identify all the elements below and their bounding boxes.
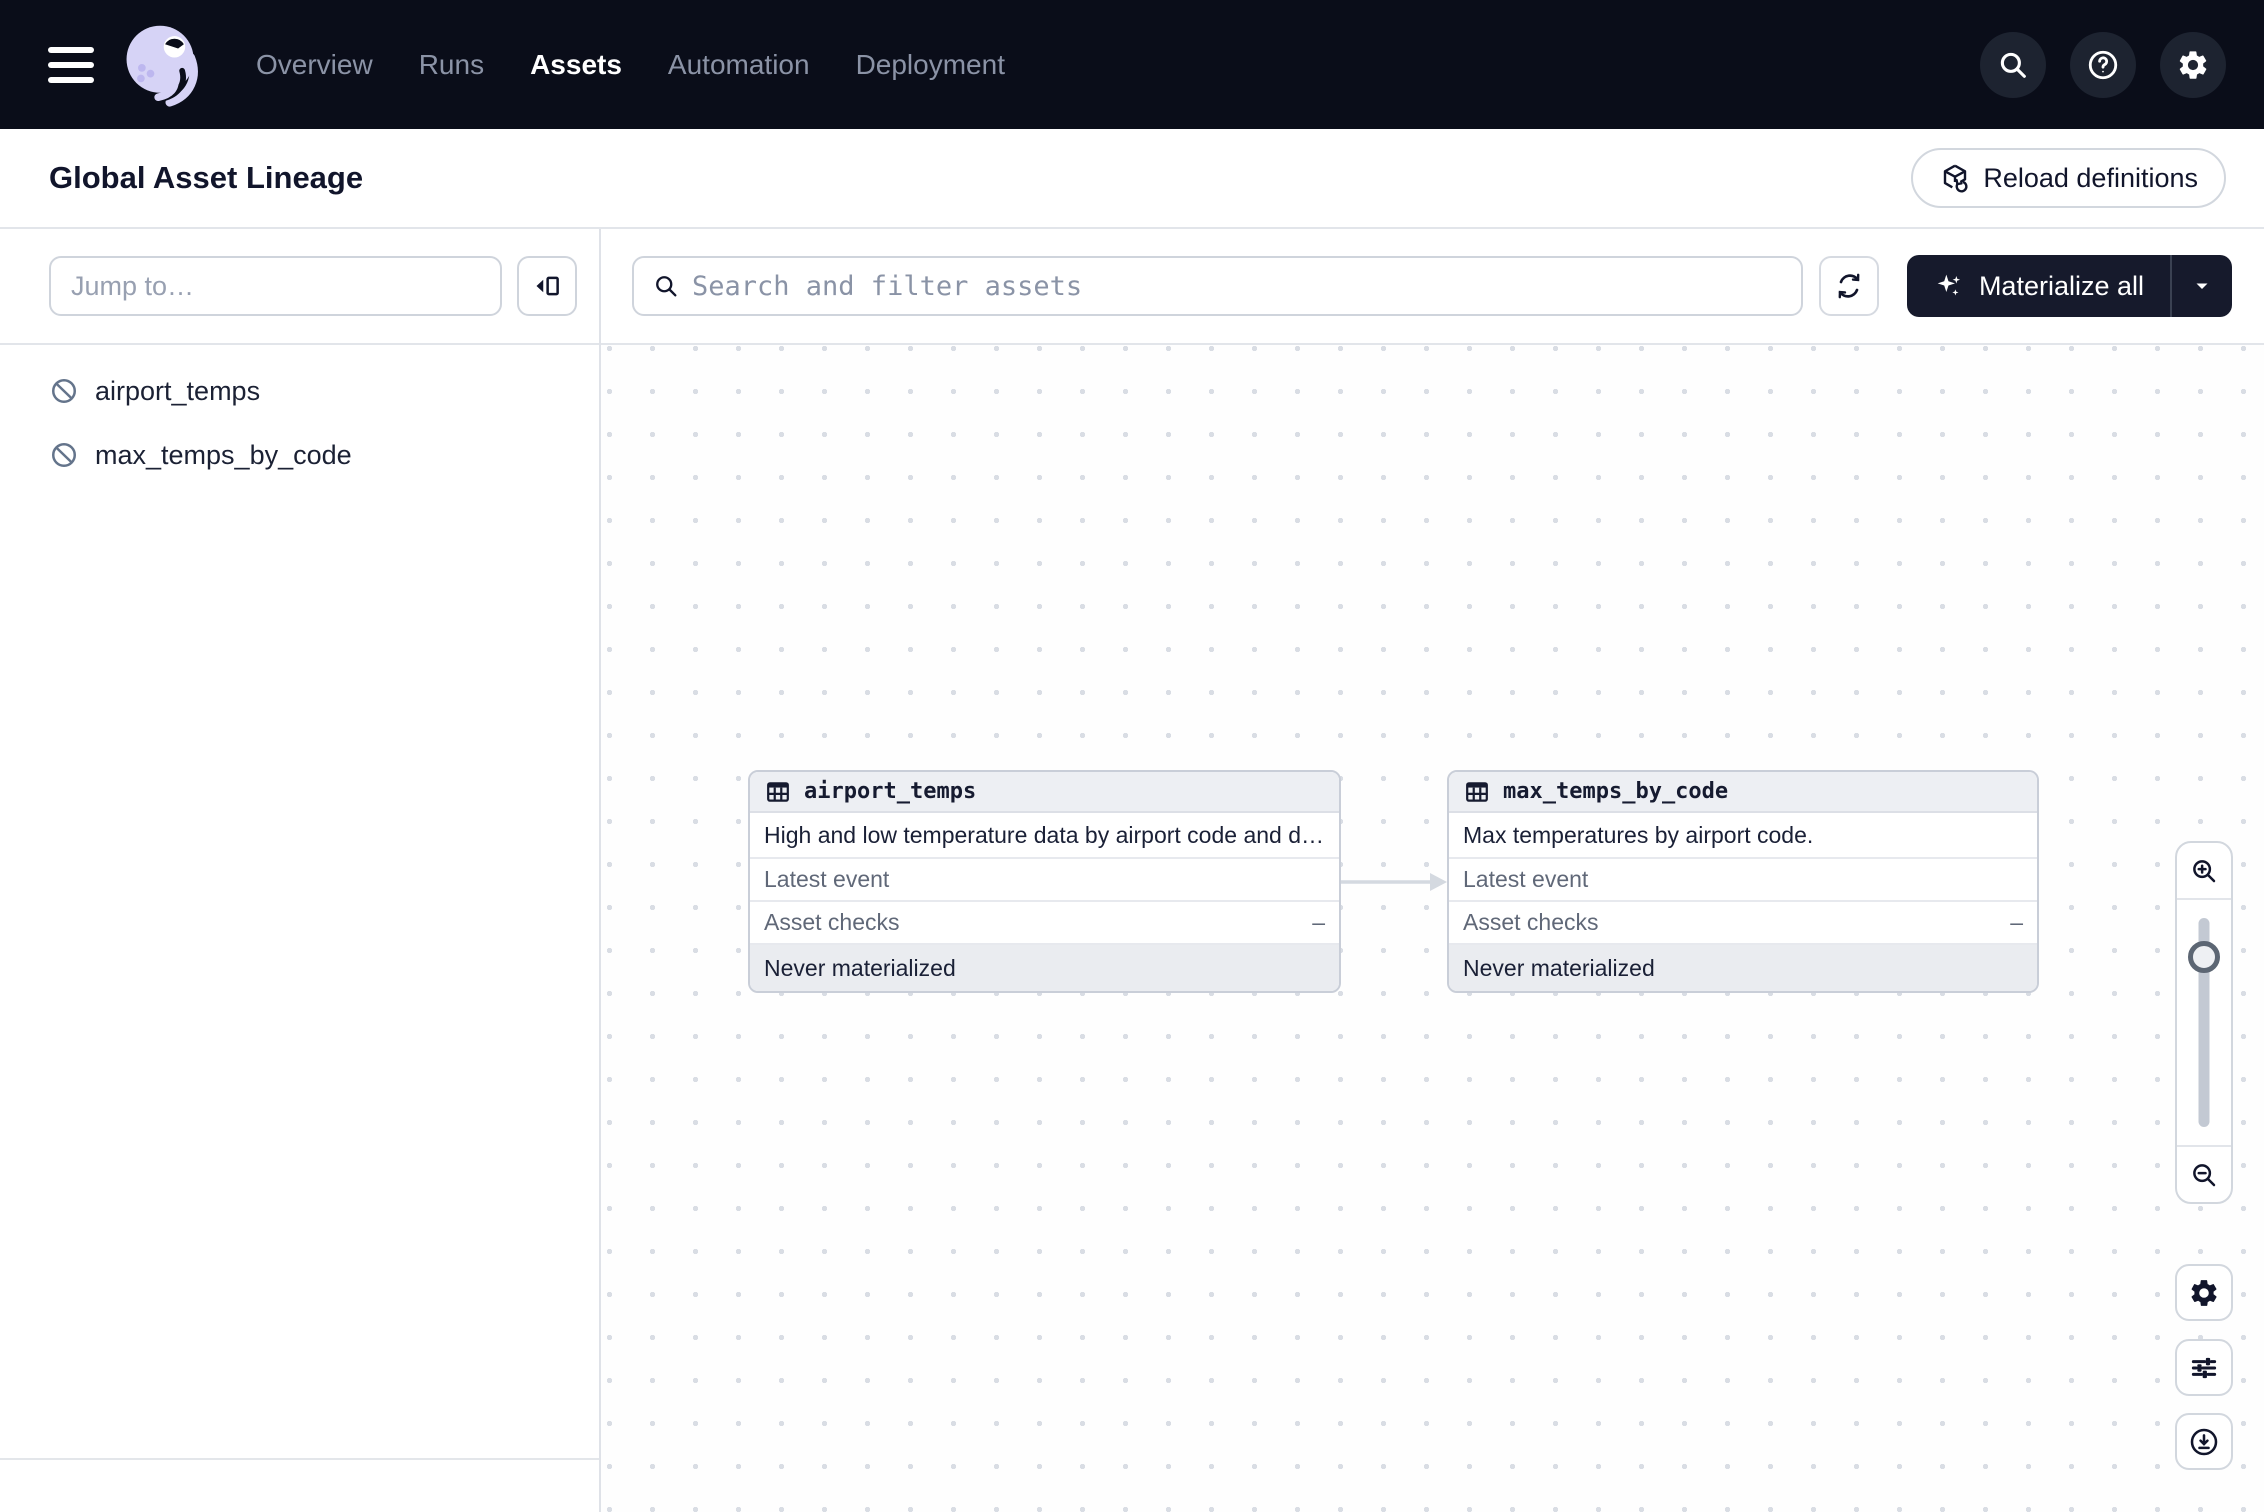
gear-icon	[2188, 1277, 2220, 1309]
asset-node-name: max_temps_by_code	[1503, 779, 1728, 804]
reload-definitions-button[interactable]: Reload definitions	[1911, 148, 2226, 208]
refresh-button[interactable]	[1819, 256, 1879, 316]
sparkle-icon	[1933, 270, 1965, 302]
asset-node-max-temps-by-code[interactable]: max_temps_by_code Max temperatures by ai…	[1447, 770, 2039, 993]
materialize-all-label: Materialize all	[1979, 271, 2144, 302]
table-icon	[764, 778, 792, 806]
latest-event-label: Latest event	[764, 866, 889, 893]
panel-collapse-icon	[532, 271, 562, 301]
asset-node-name: airport_temps	[804, 779, 976, 804]
menu-icon[interactable]	[48, 42, 94, 88]
sidebar-item-airport-temps[interactable]: airport_temps	[0, 359, 599, 423]
graph-settings-button[interactable]	[2175, 1264, 2233, 1321]
latest-event-label: Latest event	[1463, 866, 1588, 893]
download-graph-button[interactable]	[2175, 1413, 2233, 1470]
table-icon	[1463, 778, 1491, 806]
asset-checks-value: –	[1312, 909, 1325, 936]
asset-search-input[interactable]	[692, 271, 1783, 302]
lineage-canvas[interactable]: airport_temps High and low temperature d…	[601, 345, 2264, 1512]
page-header: Global Asset Lineage Reload definitions	[0, 129, 2264, 229]
asset-node-description: High and low temperature data by airport…	[750, 813, 1339, 859]
asset-label: max_temps_by_code	[95, 440, 352, 471]
asset-sidebar: airport_temps max_temps_by_code	[0, 229, 601, 1512]
graph-toolbar: Materialize all	[601, 229, 2264, 345]
zoom-in-button[interactable]	[2177, 843, 2231, 900]
page-title: Global Asset Lineage	[49, 160, 363, 196]
asset-node-latest-event-row: Latest event	[1449, 859, 2037, 902]
caret-down-icon	[2190, 274, 2214, 298]
asset-node-checks-row: Asset checks –	[750, 902, 1339, 945]
asset-node-status: Never materialized	[1449, 945, 2037, 991]
settings-gear-icon[interactable]	[2160, 32, 2226, 98]
download-icon	[2188, 1426, 2220, 1458]
asset-search-box[interactable]	[632, 256, 1803, 316]
search-icon[interactable]	[1980, 32, 2046, 98]
jump-to-input[interactable]	[49, 256, 502, 316]
sidebar-item-max-temps-by-code[interactable]: max_temps_by_code	[0, 423, 599, 487]
materialize-all-button[interactable]: Materialize all	[1907, 255, 2170, 317]
zoom-slider[interactable]	[2177, 900, 2231, 1145]
code-location-reload-icon	[1939, 162, 1971, 194]
search-icon	[652, 272, 680, 300]
asset-checks-label: Asset checks	[1463, 909, 1599, 936]
reload-definitions-label: Reload definitions	[1983, 163, 2198, 194]
sidebar-toolbar	[0, 229, 599, 345]
nav-overview[interactable]: Overview	[256, 49, 373, 81]
asset-node-status: Never materialized	[750, 945, 1339, 991]
materialize-split-button: Materialize all	[1907, 255, 2232, 317]
never-materialized-icon	[49, 376, 79, 406]
sliders-icon	[2188, 1352, 2220, 1384]
nav-automation[interactable]: Automation	[668, 49, 810, 81]
top-navbar: Overview Runs Assets Automation Deployme…	[0, 0, 2264, 129]
zoom-slider-thumb[interactable]	[2188, 941, 2220, 973]
nav-deployment[interactable]: Deployment	[856, 49, 1005, 81]
graph-filters-button[interactable]	[2175, 1339, 2233, 1396]
dagster-logo-icon[interactable]	[116, 19, 208, 111]
asset-checks-label: Asset checks	[764, 909, 900, 936]
asset-node-header: max_temps_by_code	[1449, 772, 2037, 813]
main-nav: Overview Runs Assets Automation Deployme…	[256, 49, 1005, 81]
asset-node-latest-event-row: Latest event	[750, 859, 1339, 902]
collapse-sidebar-button[interactable]	[517, 256, 577, 316]
zoom-out-button[interactable]	[2177, 1145, 2231, 1202]
zoom-control-panel	[2175, 841, 2233, 1204]
lineage-graph-pane: Materialize all	[601, 229, 2264, 1512]
never-materialized-icon	[49, 440, 79, 470]
zoom-in-icon	[2189, 856, 2219, 886]
asset-label: airport_temps	[95, 376, 260, 407]
nav-runs[interactable]: Runs	[419, 49, 484, 81]
refresh-icon	[1833, 270, 1865, 302]
asset-node-checks-row: Asset checks –	[1449, 902, 2037, 945]
asset-checks-value: –	[2010, 909, 2023, 936]
materialize-options-caret[interactable]	[2172, 255, 2232, 317]
zoom-out-icon	[2189, 1160, 2219, 1190]
nav-assets[interactable]: Assets	[530, 49, 622, 81]
asset-list: airport_temps max_temps_by_code	[0, 345, 599, 1460]
asset-node-header: airport_temps	[750, 772, 1339, 813]
navbar-actions	[1980, 32, 2226, 98]
main-content: airport_temps max_temps_by_code	[0, 229, 2264, 1512]
asset-node-airport-temps[interactable]: airport_temps High and low temperature d…	[748, 770, 1341, 993]
dagster-app: Overview Runs Assets Automation Deployme…	[0, 0, 2264, 1512]
asset-node-description: Max temperatures by airport code.	[1449, 813, 2037, 859]
help-icon[interactable]	[2070, 32, 2136, 98]
